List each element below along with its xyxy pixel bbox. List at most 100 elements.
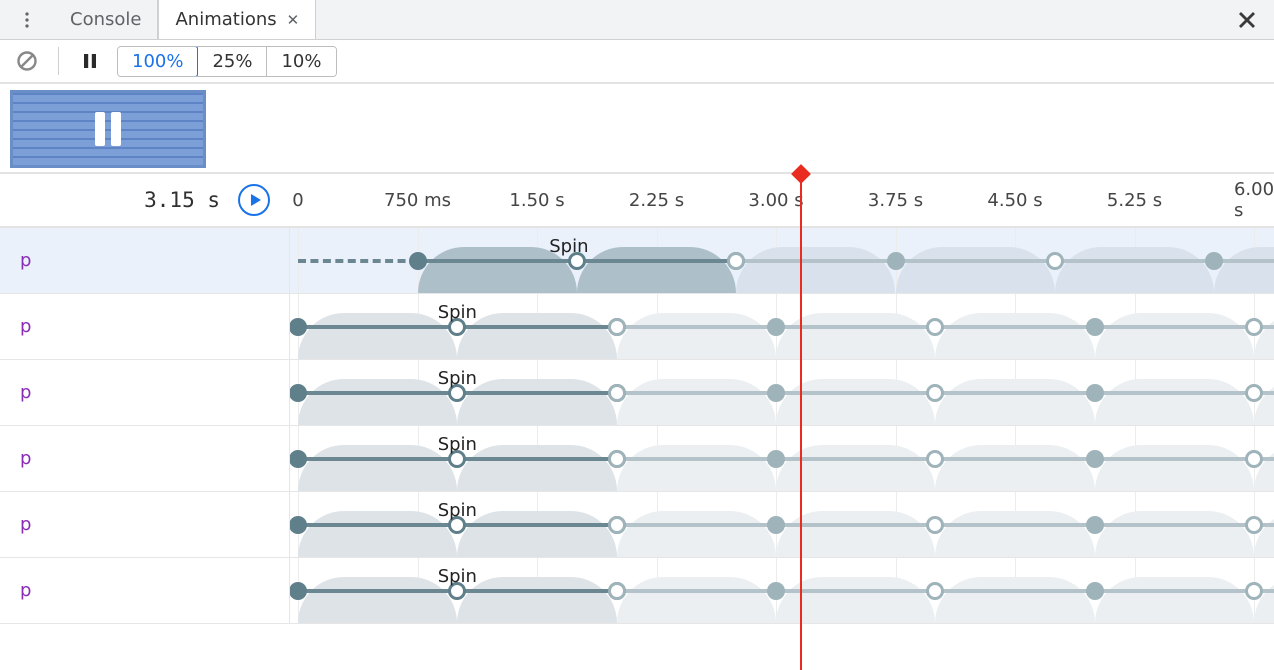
keyframe-node[interactable] — [767, 450, 785, 468]
animated-element-name[interactable]: p — [0, 360, 290, 425]
tab-animations[interactable]: Animations ✕ — [158, 0, 316, 39]
speed-10-button[interactable]: 10% — [266, 47, 335, 76]
current-time-readout: 3.15 s — [144, 188, 220, 212]
keyframe-node[interactable] — [608, 450, 626, 468]
playhead[interactable] — [800, 174, 802, 670]
keyframe-node[interactable] — [767, 516, 785, 534]
animation-name-label: Spin — [438, 566, 477, 587]
keyframe-node[interactable] — [727, 252, 745, 270]
animation-name-label: Spin — [438, 434, 477, 455]
animation-group-thumbnail[interactable] — [10, 90, 206, 168]
animation-row: p Spin — [0, 558, 1274, 624]
repeat-segment — [617, 523, 1274, 527]
keyframe-node[interactable] — [1046, 252, 1064, 270]
keyframe-node[interactable] — [608, 384, 626, 402]
close-drawer-button[interactable] — [1220, 0, 1274, 39]
drawer-tabbar: Console Animations ✕ — [0, 0, 1274, 40]
keyframe-node[interactable] — [1205, 252, 1223, 270]
keyframe-node[interactable] — [409, 252, 427, 270]
animation-name-label: Spin — [438, 302, 477, 323]
keyframe-node[interactable] — [926, 318, 944, 336]
speed-25-button[interactable]: 25% — [197, 47, 266, 76]
animation-groups-strip — [0, 84, 1274, 174]
animation-row: p Spin — [0, 426, 1274, 492]
ruler-tick: 4.50 s — [987, 174, 1042, 226]
row-timeline[interactable]: Spin — [290, 294, 1274, 359]
keyframe-node[interactable] — [1086, 516, 1104, 534]
animation-rows: p Spin p Spin p Spin p Spin p Spin p Spin — [0, 228, 1274, 624]
animated-element-name[interactable]: p — [0, 228, 290, 293]
keyframe-node[interactable] — [926, 384, 944, 402]
easing-curves — [290, 247, 1274, 293]
animation-row: p Spin — [0, 492, 1274, 558]
keyframe-node[interactable] — [1245, 450, 1263, 468]
row-timeline[interactable]: Spin — [290, 228, 1274, 293]
keyframe-node[interactable] — [1245, 384, 1263, 402]
keyframe-node[interactable] — [926, 450, 944, 468]
animation-name-label: Spin — [549, 236, 588, 257]
keyframe-node[interactable] — [608, 318, 626, 336]
ruler-track[interactable]: 0750 ms1.50 s2.25 s3.00 s3.75 s4.50 s5.2… — [290, 174, 1274, 226]
ruler-tick: 2.25 s — [629, 174, 684, 226]
keyframe-node[interactable] — [608, 582, 626, 600]
clear-button[interactable] — [10, 44, 44, 78]
row-timeline[interactable]: Spin — [290, 492, 1274, 557]
animated-element-name[interactable]: p — [0, 426, 290, 491]
animated-element-name[interactable]: p — [0, 492, 290, 557]
keyframe-node[interactable] — [1086, 384, 1104, 402]
pause-all-button[interactable] — [73, 44, 107, 78]
keyframe-node[interactable] — [767, 384, 785, 402]
keyframe-node[interactable] — [926, 582, 944, 600]
repeat-segment — [617, 457, 1274, 461]
animated-element-name[interactable]: p — [0, 294, 290, 359]
keyframe-node[interactable] — [290, 384, 307, 402]
tab-console-label: Console — [70, 9, 141, 30]
keyframe-node[interactable] — [767, 582, 785, 600]
repeat-segment — [736, 259, 1274, 263]
keyframe-node[interactable] — [290, 516, 307, 534]
timeline-ruler: 3.15 s 0750 ms1.50 s2.25 s3.00 s3.75 s4.… — [0, 174, 1274, 228]
play-button[interactable] — [238, 184, 270, 216]
ruler-tick: 5.25 s — [1107, 174, 1162, 226]
animations-toolbar: 100% 25% 10% — [0, 40, 1274, 84]
keyframe-node[interactable] — [1086, 318, 1104, 336]
keyframe-node[interactable] — [767, 318, 785, 336]
keyframe-node[interactable] — [1245, 516, 1263, 534]
repeat-segment — [617, 589, 1274, 593]
pause-icon — [95, 112, 121, 146]
keyframe-node[interactable] — [290, 582, 307, 600]
repeat-segment — [617, 325, 1274, 329]
keyframe-node[interactable] — [1086, 450, 1104, 468]
keyframe-node[interactable] — [1245, 318, 1263, 336]
play-icon — [251, 194, 261, 206]
row-timeline[interactable]: Spin — [290, 360, 1274, 425]
keyframe-node[interactable] — [290, 450, 307, 468]
ruler-tick: 6.00 s — [1234, 174, 1274, 226]
close-tab-icon[interactable]: ✕ — [287, 11, 300, 29]
keyframe-node[interactable] — [290, 318, 307, 336]
ruler-tick: 3.75 s — [868, 174, 923, 226]
keyframe-node[interactable] — [608, 516, 626, 534]
animation-name-label: Spin — [438, 368, 477, 389]
speed-100-button[interactable]: 100% — [117, 46, 198, 77]
keyframe-node[interactable] — [926, 516, 944, 534]
kebab-menu-icon[interactable] — [0, 0, 54, 39]
tab-console[interactable]: Console — [54, 0, 158, 39]
delay-segment — [298, 259, 418, 263]
ruler-tick: 3.00 s — [748, 174, 803, 226]
ruler-left: 3.15 s — [0, 174, 290, 226]
separator — [58, 47, 59, 75]
animation-row: p Spin — [0, 228, 1274, 294]
ruler-tick: 1.50 s — [509, 174, 564, 226]
row-timeline[interactable]: Spin — [290, 558, 1274, 623]
animated-element-name[interactable]: p — [0, 558, 290, 623]
animation-row: p Spin — [0, 294, 1274, 360]
keyframe-node[interactable] — [1086, 582, 1104, 600]
tab-animations-label: Animations — [175, 9, 276, 30]
repeat-segment — [617, 391, 1274, 395]
keyframe-node[interactable] — [1245, 582, 1263, 600]
animation-row: p Spin — [0, 360, 1274, 426]
keyframe-node[interactable] — [887, 252, 905, 270]
animation-name-label: Spin — [438, 500, 477, 521]
row-timeline[interactable]: Spin — [290, 426, 1274, 491]
